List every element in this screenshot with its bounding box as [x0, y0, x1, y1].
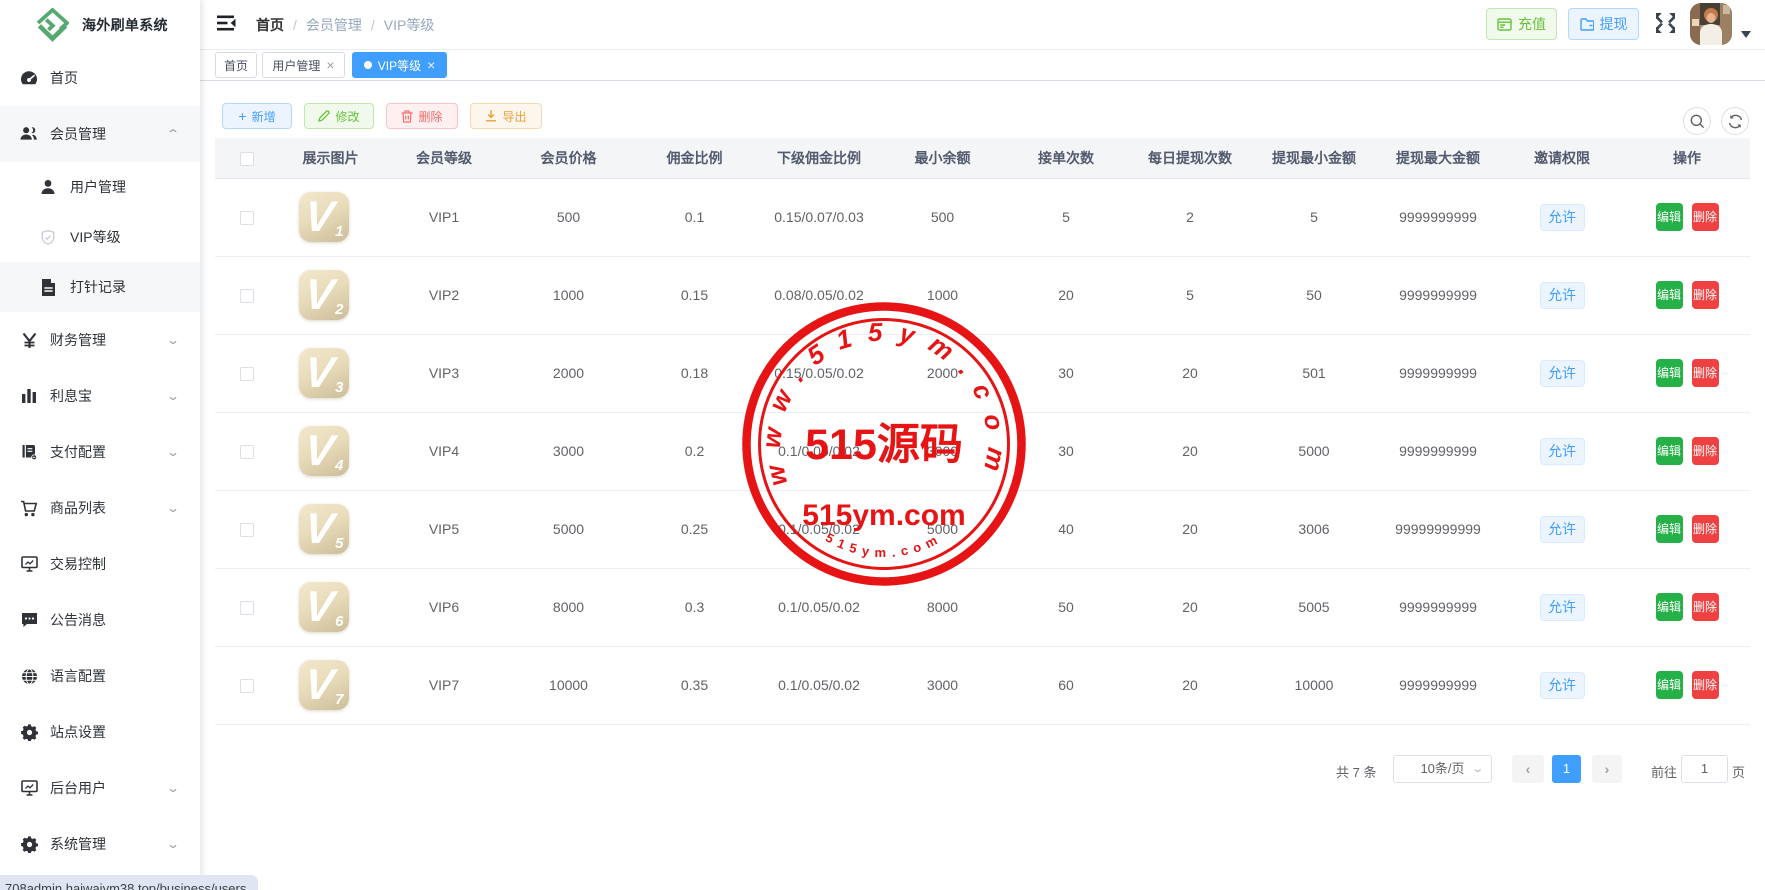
svg-text:515源码: 515源码	[805, 421, 963, 469]
svg-text:515ym.com: 515ym.com	[823, 530, 945, 560]
svg-text:515ym.com: 515ym.com	[802, 499, 965, 532]
